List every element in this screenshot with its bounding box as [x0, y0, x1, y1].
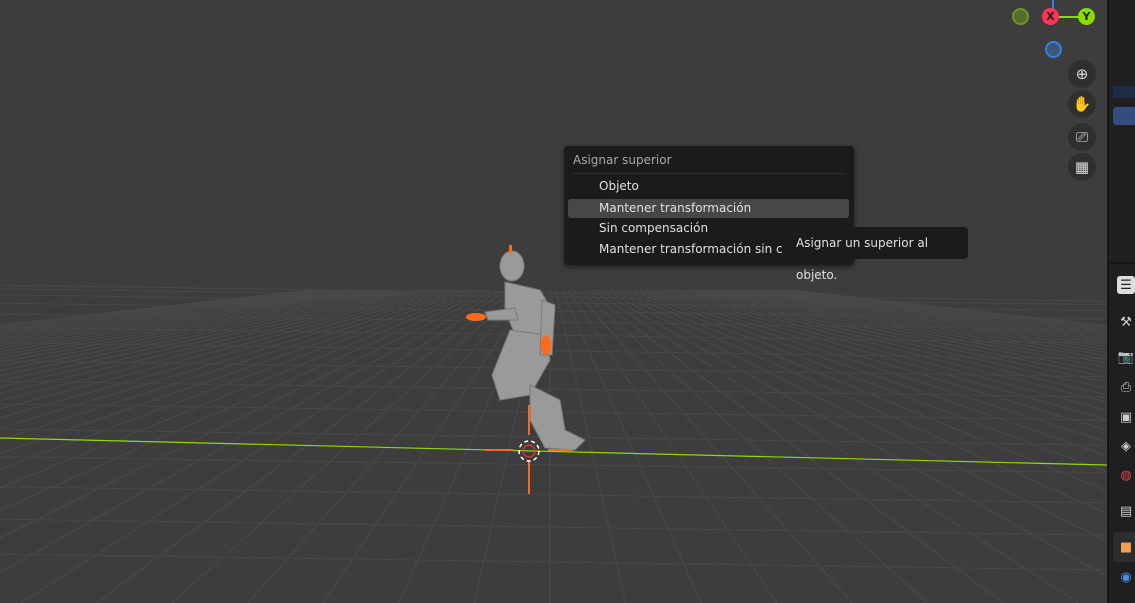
x-axis-ball[interactable]: X: [1042, 8, 1059, 25]
menu-separator: [572, 173, 846, 174]
pan-button[interactable]: ✋: [1068, 90, 1096, 118]
scene-icon[interactable]: ◈: [1117, 437, 1135, 455]
outliner-row-selected[interactable]: [1113, 107, 1135, 125]
world-icon[interactable]: ◍: [1117, 466, 1135, 484]
character-model[interactable]: [0, 0, 1107, 603]
camera-view-button[interactable]: ⎚: [1068, 123, 1096, 151]
menu-item-mantener-transformacion[interactable]: Mantener transformación: [568, 199, 849, 218]
object-properties-icon[interactable]: ■: [1117, 538, 1135, 556]
tool-icon[interactable]: ⚒: [1117, 313, 1135, 331]
x-label: X: [1046, 10, 1055, 23]
3d-cursor: [518, 440, 540, 462]
zoom-icon: ⊕: [1075, 65, 1089, 83]
outliner-row[interactable]: [1113, 86, 1135, 98]
editor-type-icon[interactable]: ☰: [1117, 276, 1135, 294]
right-panel: ☰ ⚒ 📷 ⎙ ▣ ◈ ◍ ▤ ■ ◉: [1107, 0, 1135, 603]
tooltip: Asignar un superior al objeto.: [783, 227, 968, 282]
grid-perspective-icon: ▦: [1074, 158, 1090, 176]
neg-z-axis-ball[interactable]: [1045, 41, 1062, 58]
view-layer-icon[interactable]: ▣: [1117, 408, 1135, 426]
zoom-button[interactable]: ⊕: [1068, 60, 1096, 88]
pan-hand-icon: ✋: [1072, 95, 1092, 113]
collection-icon[interactable]: ▤: [1117, 502, 1135, 520]
y-label: Y: [1082, 10, 1091, 23]
y-axis-ball[interactable]: Y: [1078, 8, 1095, 25]
menu-item-objeto[interactable]: Objeto: [568, 177, 849, 196]
camera-icon: ⎚: [1075, 128, 1088, 146]
perspective-toggle-button[interactable]: ▦: [1068, 153, 1096, 181]
neg-y-axis-ball[interactable]: [1012, 8, 1029, 25]
menu-title: Asignar superior: [573, 153, 672, 167]
physics-icon[interactable]: ◉: [1117, 568, 1135, 586]
3d-viewport[interactable]: X Y ⊕ ✋ ⎚ ▦ Asignar superior Objeto Mant…: [0, 0, 1107, 603]
render-icon[interactable]: 📷: [1117, 348, 1135, 366]
output-icon[interactable]: ⎙: [1117, 378, 1135, 396]
